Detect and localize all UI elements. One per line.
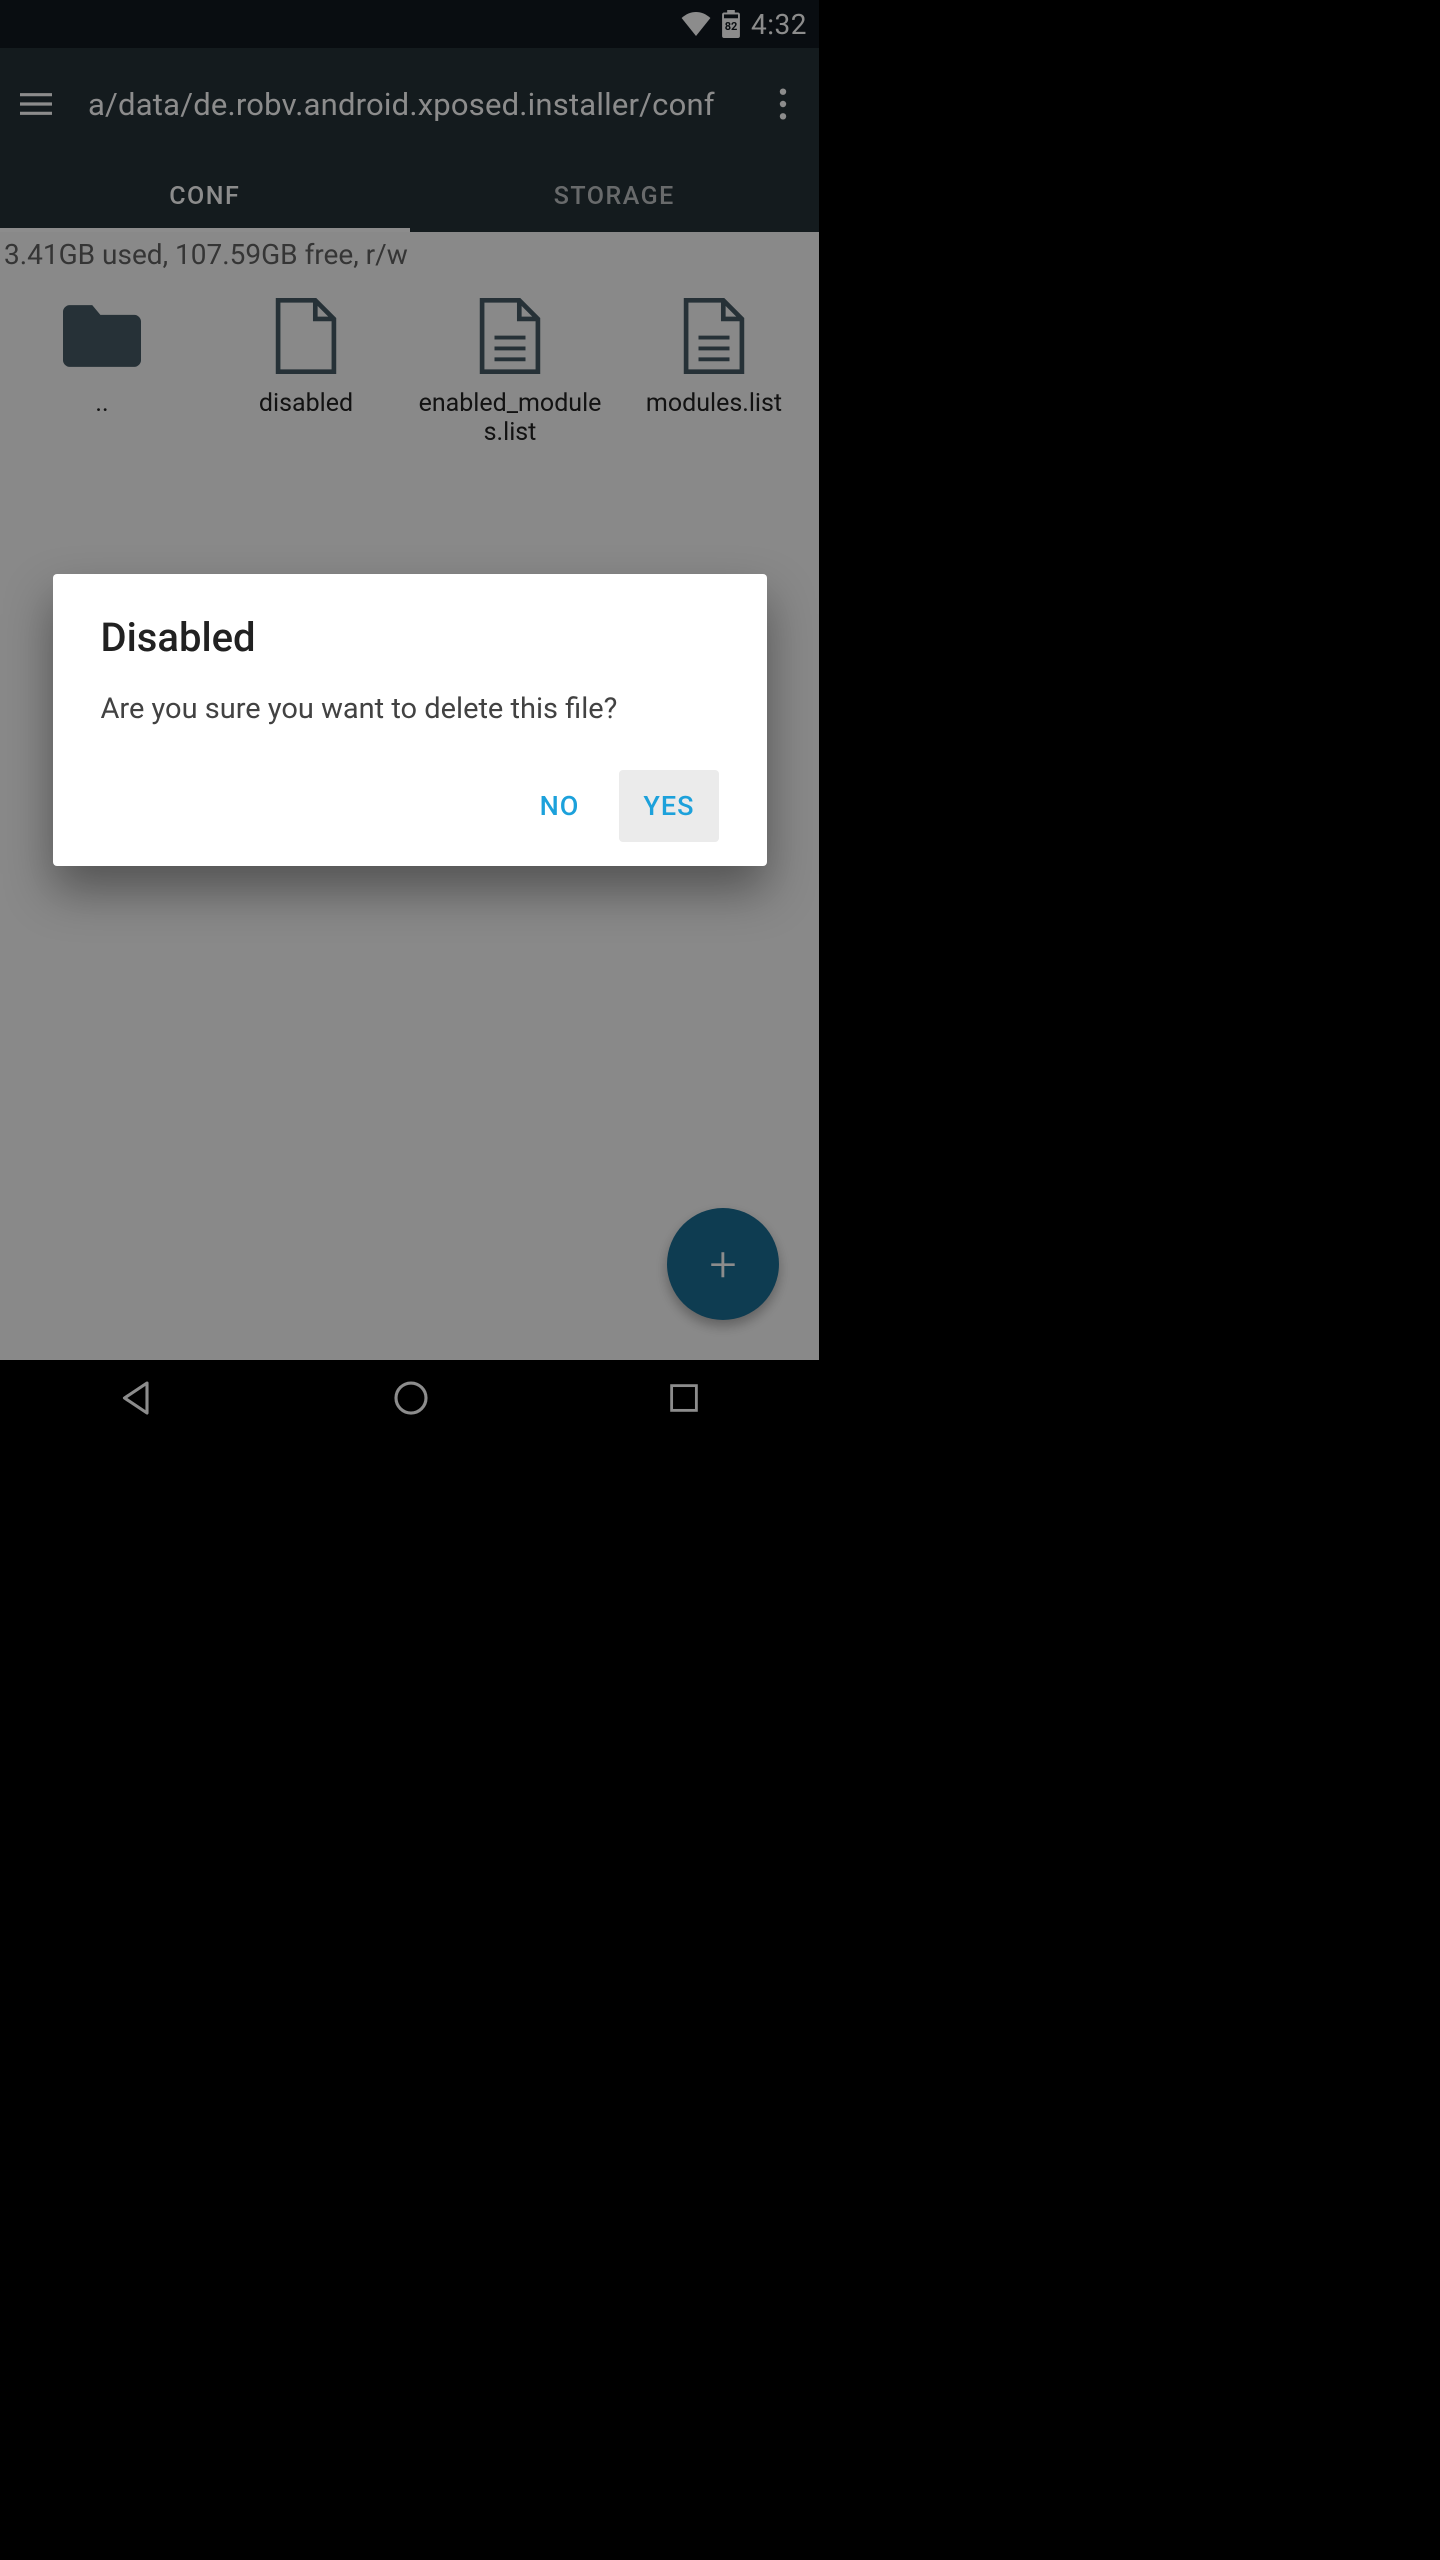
dialog-actions: NO YES (101, 770, 719, 842)
modal-scrim[interactable]: Disabled Are you sure you want to delete… (0, 0, 819, 1440)
yes-button[interactable]: YES (619, 770, 718, 842)
dialog-message: Are you sure you want to delete this fil… (101, 689, 719, 730)
dialog-title: Disabled (101, 614, 719, 661)
no-button[interactable]: NO (516, 770, 604, 842)
button-label: YES (643, 790, 694, 822)
button-label: NO (540, 790, 580, 822)
delete-confirm-dialog: Disabled Are you sure you want to delete… (53, 574, 767, 866)
